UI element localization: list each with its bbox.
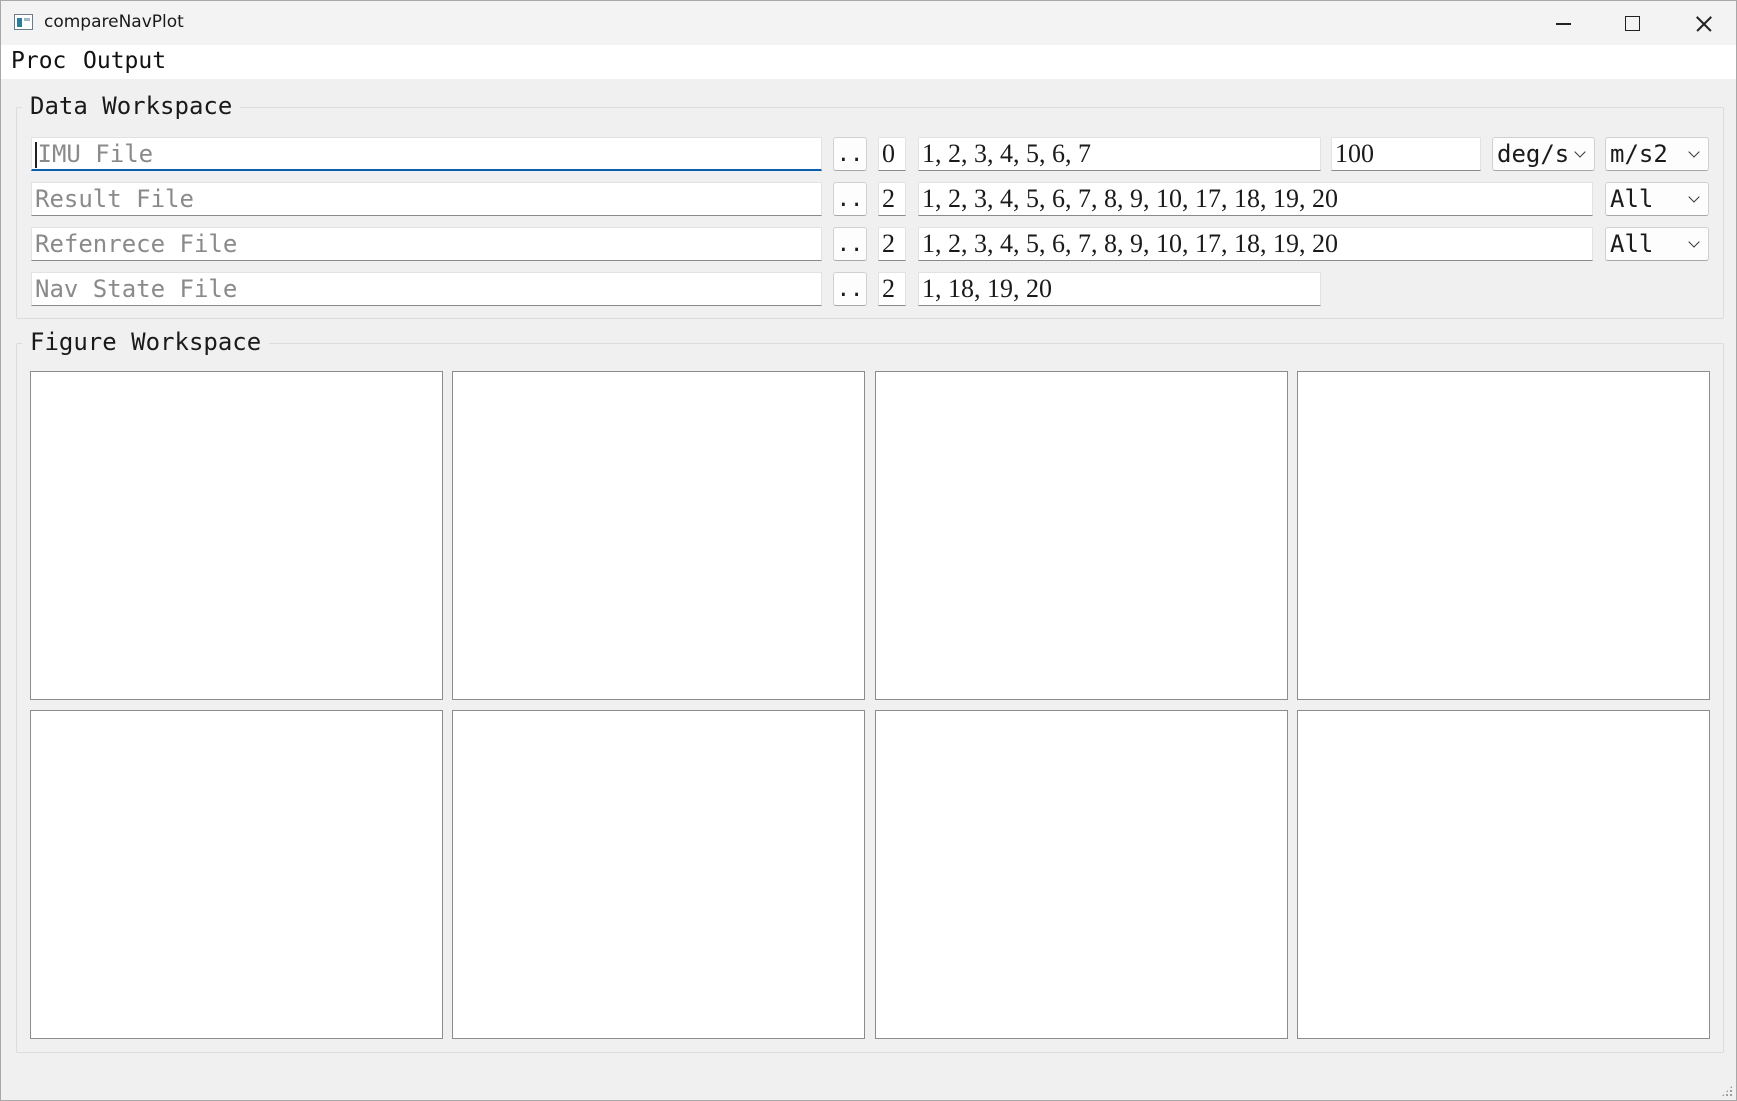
figure-workspace-title: Figure Workspace — [22, 328, 270, 356]
menu-proc[interactable]: Proc — [11, 48, 66, 74]
nav-state-columns-input[interactable]: 1, 18, 19, 20 — [918, 272, 1321, 306]
imu-rate-input[interactable]: 100 — [1331, 137, 1481, 171]
imu-columns-input[interactable]: 1, 2, 3, 4, 5, 6, 7 — [918, 137, 1321, 171]
maximize-button[interactable] — [1598, 1, 1668, 45]
plot-canvas-7[interactable] — [875, 710, 1288, 1039]
resize-grip[interactable] — [1721, 1085, 1733, 1097]
app-window: compareNavPlot Proc Output Data Workspac… — [0, 0, 1737, 1101]
reference-mode-select[interactable]: All — [1605, 227, 1709, 261]
imu-index-input[interactable]: 0 — [878, 137, 906, 171]
menu-bar: Proc Output — [1, 45, 1736, 79]
title-bar[interactable]: compareNavPlot — [1, 1, 1736, 45]
gyro-unit-value: deg/s — [1497, 140, 1570, 168]
result-browse-button[interactable]: .. — [833, 182, 867, 216]
result-mode-select[interactable]: All — [1605, 182, 1709, 216]
plot-canvas-6[interactable] — [452, 710, 865, 1039]
imu-file-placeholder: IMU File — [37, 140, 154, 168]
plot-canvas-5[interactable] — [30, 710, 443, 1039]
reference-browse-button[interactable]: .. — [833, 227, 867, 261]
plot-canvas-3[interactable] — [875, 371, 1288, 700]
text-caret — [35, 142, 37, 168]
result-file-input[interactable]: Result File — [31, 182, 822, 216]
window-title: compareNavPlot — [44, 12, 184, 32]
imu-file-input[interactable]: IMU File — [31, 137, 822, 171]
result-index-input[interactable]: 2 — [878, 182, 906, 216]
imu-browse-button[interactable]: .. — [833, 137, 867, 171]
menu-output[interactable]: Output — [83, 48, 166, 74]
accel-unit-value: m/s2 — [1610, 140, 1668, 168]
nav-state-index-input[interactable]: 2 — [878, 272, 906, 306]
minimize-button[interactable] — [1528, 1, 1598, 45]
plot-canvas-1[interactable] — [30, 371, 443, 700]
chevron-down-icon — [1688, 191, 1700, 203]
reference-columns-input[interactable]: 1, 2, 3, 4, 5, 6, 7, 8, 9, 10, 17, 18, 1… — [918, 227, 1593, 261]
plot-canvas-2[interactable] — [452, 371, 865, 700]
data-workspace-title: Data Workspace — [22, 92, 241, 120]
reference-index-input[interactable]: 2 — [878, 227, 906, 261]
accel-unit-select[interactable]: m/s2 — [1605, 137, 1709, 171]
result-columns-input[interactable]: 1, 2, 3, 4, 5, 6, 7, 8, 9, 10, 17, 18, 1… — [918, 182, 1593, 216]
nav-state-browse-button[interactable]: .. — [833, 272, 867, 306]
gyro-unit-select[interactable]: deg/s — [1492, 137, 1595, 171]
close-button[interactable] — [1668, 1, 1736, 45]
reference-mode-value: All — [1610, 230, 1654, 258]
result-mode-value: All — [1610, 185, 1654, 213]
nav-state-file-input[interactable]: Nav State File — [31, 272, 822, 306]
chevron-down-icon — [1688, 146, 1700, 158]
plot-canvas-4[interactable] — [1297, 371, 1710, 700]
reference-file-input[interactable]: Refenrece File — [31, 227, 822, 261]
chevron-down-icon — [1574, 146, 1586, 158]
app-icon — [14, 14, 33, 30]
chevron-down-icon — [1688, 236, 1700, 248]
plot-canvas-8[interactable] — [1297, 710, 1710, 1039]
